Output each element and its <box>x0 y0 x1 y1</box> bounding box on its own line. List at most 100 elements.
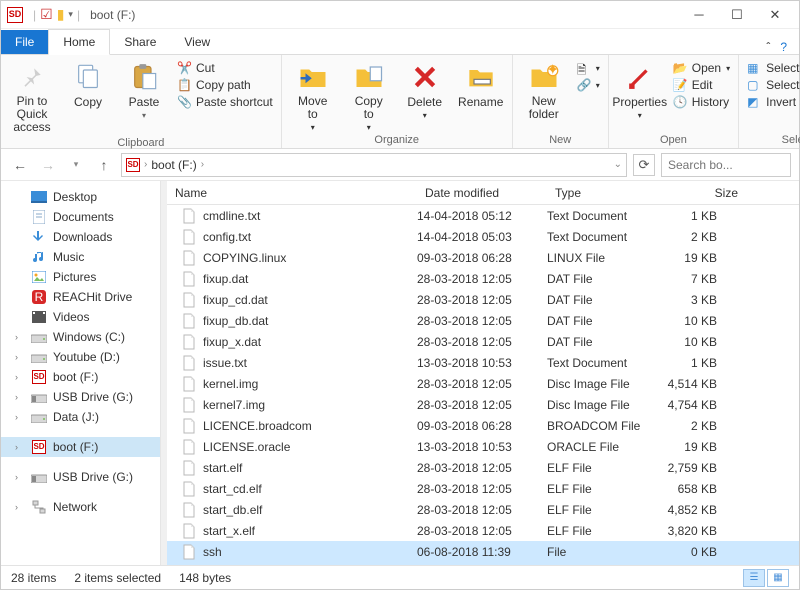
col-date[interactable]: Date modified <box>417 186 547 200</box>
sidebar-item[interactable]: Pictures <box>1 267 160 287</box>
navigation-pane[interactable]: DesktopDocumentsDownloadsMusicPicturesRR… <box>1 181 161 565</box>
sidebar-item[interactable]: ›SDboot (F:) <box>1 367 160 387</box>
table-row[interactable]: fixup_cd.dat28-03-2018 12:05DAT File3 KB <box>167 289 799 310</box>
sidebar-item-label: Music <box>53 250 84 264</box>
breadcrumb[interactable]: boot (F:) <box>151 158 196 172</box>
chevron-right-icon[interactable]: › <box>144 159 147 170</box>
sidebar-item-label: USB Drive (G:) <box>53 390 133 404</box>
svg-text:R: R <box>35 290 44 304</box>
new-item-button[interactable]: 🗎▾ <box>577 61 600 75</box>
table-row[interactable]: ssh06-08-2018 11:39File0 KB <box>167 541 799 562</box>
expand-icon[interactable]: › <box>15 412 25 422</box>
table-row[interactable]: start_db.elf28-03-2018 12:05ELF File4,85… <box>167 499 799 520</box>
refresh-button[interactable]: ⟳ <box>633 154 655 176</box>
sidebar-item[interactable]: ›Windows (C:) <box>1 327 160 347</box>
sidebar-item[interactable]: RREACHit Drive <box>1 287 160 307</box>
sidebar-item[interactable]: ›Youtube (D:) <box>1 347 160 367</box>
sidebar-item[interactable]: Music <box>1 247 160 267</box>
col-type[interactable]: Type <box>547 186 667 200</box>
expand-icon[interactable]: › <box>15 352 25 362</box>
edit-button[interactable]: 📝Edit <box>673 78 730 92</box>
rename-button[interactable]: Rename <box>458 59 504 109</box>
quick-access-toolbar: | ☑ ▮ ▾ | <box>33 6 80 23</box>
table-row[interactable]: LICENCE.broadcom09-03-2018 06:28BROADCOM… <box>167 415 799 436</box>
table-row[interactable]: fixup.dat28-03-2018 12:05DAT File7 KB <box>167 268 799 289</box>
col-name[interactable]: Name <box>167 186 417 200</box>
tab-share[interactable]: Share <box>110 30 170 54</box>
file-type: ELF File <box>547 524 667 538</box>
qat-folder-icon[interactable]: ▮ <box>57 6 65 23</box>
view-thumbnails-button[interactable]: ▦ <box>767 569 789 587</box>
file-size: 1 KB <box>667 209 747 223</box>
delete-button[interactable]: Delete▾ <box>402 59 448 120</box>
ribbon-collapse-icon[interactable]: ˆ <box>766 40 770 54</box>
sidebar-item[interactable]: Videos <box>1 307 160 327</box>
table-row[interactable]: fixup_x.dat28-03-2018 12:05DAT File10 KB <box>167 331 799 352</box>
paste-shortcut-button[interactable]: 📎Paste shortcut <box>177 95 273 109</box>
new-folder-button[interactable]: ✦ New folder <box>521 59 567 121</box>
col-size[interactable]: Size <box>667 186 747 200</box>
tab-file[interactable]: File <box>1 30 48 54</box>
sidebar-item[interactable]: ›Network <box>1 497 160 517</box>
recent-dropdown[interactable]: ▾ <box>65 154 87 176</box>
back-button[interactable]: ← <box>9 154 31 176</box>
qat-checkbox-icon[interactable]: ☑ <box>40 6 53 23</box>
open-button[interactable]: 📂Open ▾ <box>673 61 730 75</box>
sidebar-item[interactable]: ›USB Drive (G:) <box>1 467 160 487</box>
tab-home[interactable]: Home <box>48 29 110 55</box>
maximize-button[interactable]: ☐ <box>719 3 755 27</box>
sidebar-item[interactable]: ›SDboot (F:) <box>1 437 160 457</box>
column-headers[interactable]: Name Date modified Type Size <box>167 181 799 205</box>
table-row[interactable]: start_x.elf28-03-2018 12:05ELF File3,820… <box>167 520 799 541</box>
pin-quick-access-button[interactable]: Pin to Quick access <box>9 59 55 135</box>
search-input[interactable] <box>668 158 800 172</box>
sidebar-item[interactable]: Desktop <box>1 187 160 207</box>
invert-selection-button[interactable]: ◩Invert selection <box>747 95 800 109</box>
tab-view[interactable]: View <box>170 30 224 54</box>
table-row[interactable]: config.txt14-04-2018 05:03Text Document2… <box>167 226 799 247</box>
close-button[interactable]: ✕ <box>757 3 793 27</box>
expand-icon[interactable]: › <box>15 332 25 342</box>
help-icon[interactable]: ? <box>780 40 787 54</box>
table-row[interactable]: COPYING.linux09-03-2018 06:28LINUX File1… <box>167 247 799 268</box>
paste-button[interactable]: Paste ▾ <box>121 59 167 120</box>
history-button[interactable]: 🕓History <box>673 95 730 109</box>
expand-icon[interactable]: › <box>15 502 25 512</box>
table-row[interactable]: LICENSE.oracle13-03-2018 10:53ORACLE Fil… <box>167 436 799 457</box>
cut-button[interactable]: ✂️Cut <box>177 61 273 75</box>
qat-dropdown-icon[interactable]: ▾ <box>68 9 73 20</box>
forward-button[interactable]: → <box>37 154 59 176</box>
table-row[interactable]: start.elf28-03-2018 12:05ELF File2,759 K… <box>167 457 799 478</box>
expand-icon[interactable]: › <box>15 372 25 382</box>
select-none-icon: ▢ <box>747 78 761 92</box>
minimize-button[interactable]: ─ <box>681 3 717 27</box>
table-row[interactable]: issue.txt13-03-2018 10:53Text Document1 … <box>167 352 799 373</box>
sidebar-item[interactable]: › USB Drive (G:) <box>1 387 160 407</box>
sidebar-item[interactable]: Documents <box>1 207 160 227</box>
properties-button[interactable]: Properties▾ <box>617 59 663 120</box>
address-dropdown-icon[interactable]: ⌄ <box>614 159 622 170</box>
table-row[interactable]: fixup_db.dat28-03-2018 12:05DAT File10 K… <box>167 310 799 331</box>
table-row[interactable]: kernel7.img28-03-2018 12:05Disc Image Fi… <box>167 394 799 415</box>
table-row[interactable]: cmdline.txt14-04-2018 05:12Text Document… <box>167 205 799 226</box>
select-all-button[interactable]: ▦Select all <box>747 61 800 75</box>
copy-path-button[interactable]: 📋Copy path <box>177 78 273 92</box>
address-box[interactable]: SD › boot (F:) › ⌄ <box>121 153 627 177</box>
sidebar-item[interactable]: ›Data (J:) <box>1 407 160 427</box>
easy-access-button[interactable]: 🔗▾ <box>577 78 600 92</box>
search-box[interactable]: 🔍 <box>661 153 791 177</box>
file-list[interactable]: cmdline.txt14-04-2018 05:12Text Document… <box>167 205 799 565</box>
expand-icon[interactable]: › <box>15 392 25 402</box>
view-details-button[interactable]: ☰ <box>743 569 765 587</box>
up-button[interactable]: ↑ <box>93 154 115 176</box>
expand-icon[interactable]: › <box>15 472 25 482</box>
table-row[interactable]: start_cd.elf28-03-2018 12:05ELF File658 … <box>167 478 799 499</box>
copy-to-button[interactable]: Copy to▾ <box>346 59 392 132</box>
expand-icon[interactable]: › <box>15 442 25 452</box>
move-to-button[interactable]: Move to▾ <box>290 59 336 132</box>
chevron-right-icon[interactable]: › <box>201 159 204 170</box>
select-none-button[interactable]: ▢Select none <box>747 78 800 92</box>
copy-button[interactable]: Copy <box>65 59 111 109</box>
table-row[interactable]: kernel.img28-03-2018 12:05Disc Image Fil… <box>167 373 799 394</box>
sidebar-item[interactable]: Downloads <box>1 227 160 247</box>
